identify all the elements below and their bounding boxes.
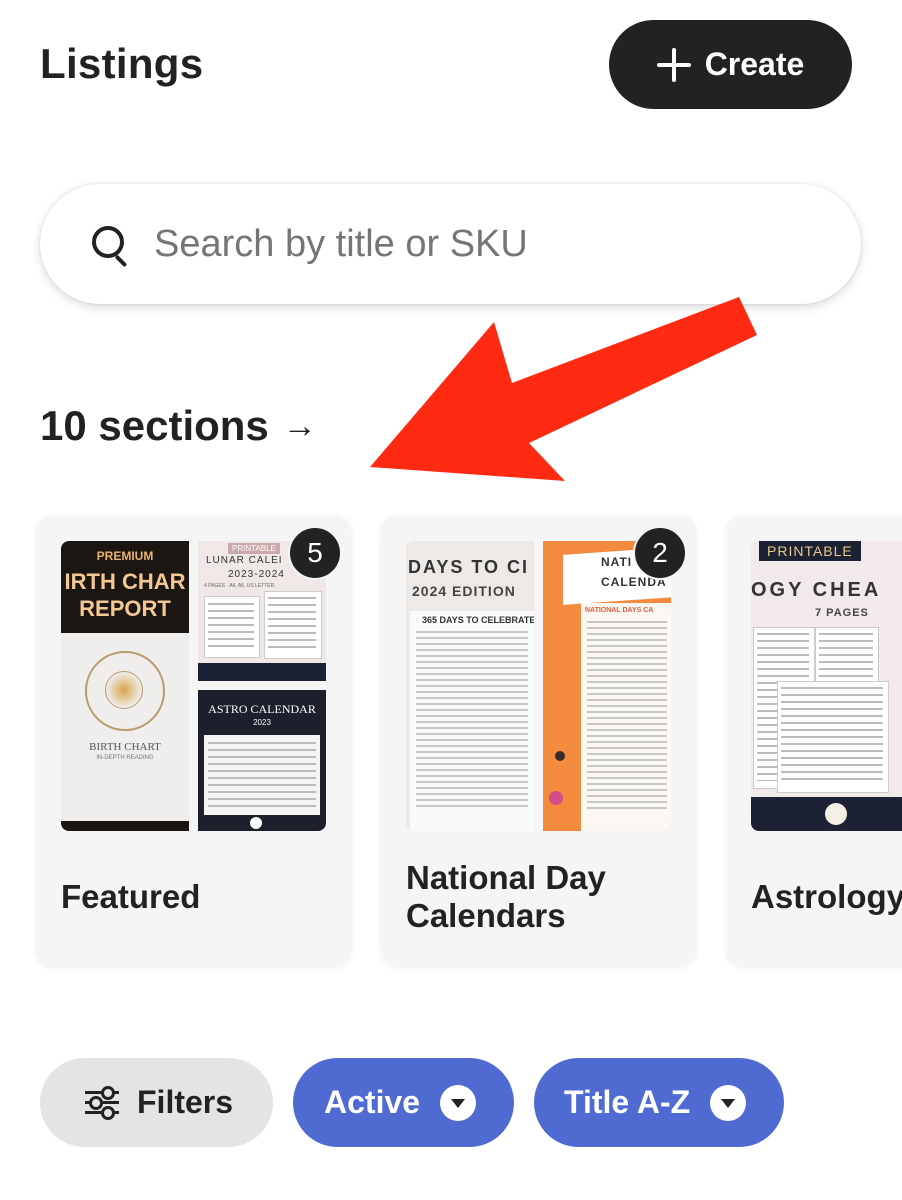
section-thumbnails: PRINTABLE OGY CHEA 7 PAGES xyxy=(751,541,902,831)
right-arrow-icon: → xyxy=(282,406,317,445)
sort-dropdown[interactable]: Title A-Z xyxy=(534,1058,784,1147)
section-count-badge: 2 xyxy=(633,526,687,580)
status-filter-dropdown[interactable]: Active xyxy=(293,1058,514,1147)
section-card-featured[interactable]: PREMIUM IRTH CHAR REPORT BIRTH CHART IN-… xyxy=(36,516,351,966)
dropdown-icon xyxy=(710,1084,747,1121)
section-card-national-day-calendars[interactable]: DAYS TO CI 2024 EDITION 365 DAYS TO CELE… xyxy=(381,516,696,966)
section-thumbnails: DAYS TO CI 2024 EDITION 365 DAYS TO CELE… xyxy=(406,541,671,831)
filters-button[interactable]: Filters xyxy=(40,1058,273,1147)
thumb-days-to-celebrate: DAYS TO CI 2024 EDITION 365 DAYS TO CELE… xyxy=(406,541,534,831)
sections-link[interactable]: 10 sections → xyxy=(40,402,317,450)
section-card-title: Astrology xyxy=(751,878,902,915)
filters-label: Filters xyxy=(137,1084,234,1120)
thumb-astro-calendar: ASTRO CALENDAR 2023 xyxy=(198,690,326,831)
section-card-astrology[interactable]: PRINTABLE OGY CHEA 7 PAGES Astrology xyxy=(726,516,902,966)
section-thumbnails: PREMIUM IRTH CHAR REPORT BIRTH CHART IN-… xyxy=(61,541,326,831)
sliders-icon xyxy=(85,1085,119,1120)
section-card-title: Featured xyxy=(61,878,201,915)
thumb-birth-chart: PREMIUM IRTH CHAR REPORT BIRTH CHART IN-… xyxy=(61,541,189,831)
section-count-badge: 5 xyxy=(288,526,342,580)
thumb-astrology-cheat-sheet: PRINTABLE OGY CHEA 7 PAGES xyxy=(751,541,902,831)
dropdown-icon xyxy=(440,1084,477,1121)
thumb-national-days-calendar: NATI CALENDA NATIONAL DAYS CA xyxy=(543,541,671,831)
section-card-title: National Day Calendars xyxy=(406,859,606,934)
status-filter-label: Active xyxy=(324,1084,421,1120)
sort-label: Title A-Z xyxy=(564,1084,691,1120)
sections-count-label: 10 sections xyxy=(40,402,269,449)
